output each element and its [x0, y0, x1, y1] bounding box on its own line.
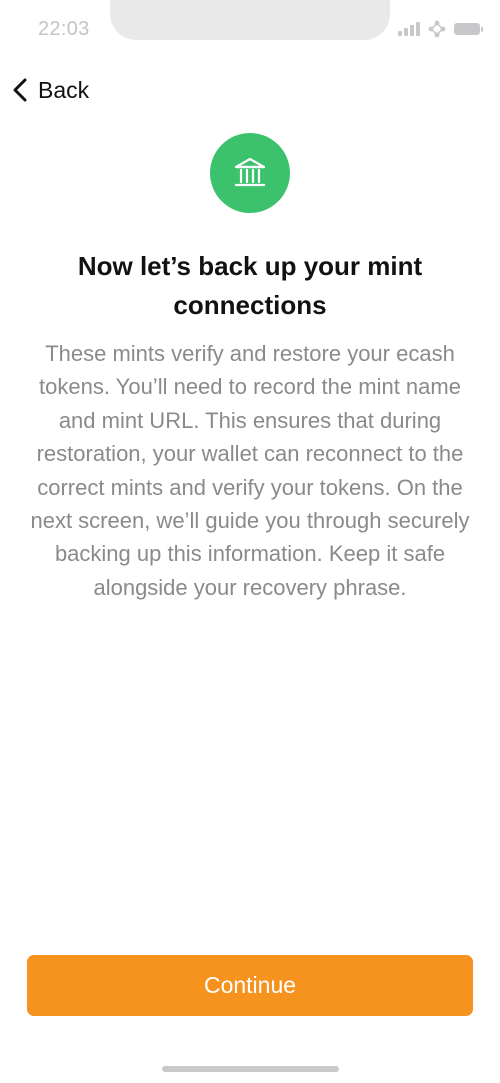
nearby-connection-icon: [428, 20, 446, 38]
page-title: Now let’s back up your mint connections: [77, 251, 423, 320]
signal-icon: [398, 22, 420, 36]
description-text: These mints verify and restore your ecas…: [30, 341, 470, 600]
continue-button[interactable]: Continue: [27, 955, 473, 1016]
chevron-left-icon: [13, 78, 27, 102]
mint-badge: [210, 133, 290, 213]
device-notch: [110, 0, 390, 40]
status-bar: 22:03: [0, 0, 500, 60]
status-time: 22:03: [38, 18, 90, 40]
home-indicator: [162, 1066, 339, 1072]
battery-icon: [454, 23, 483, 35]
back-label: Back: [38, 76, 90, 103]
bank-icon: [234, 157, 266, 187]
status-icons: [398, 20, 483, 38]
back-button[interactable]: Back: [12, 72, 89, 108]
